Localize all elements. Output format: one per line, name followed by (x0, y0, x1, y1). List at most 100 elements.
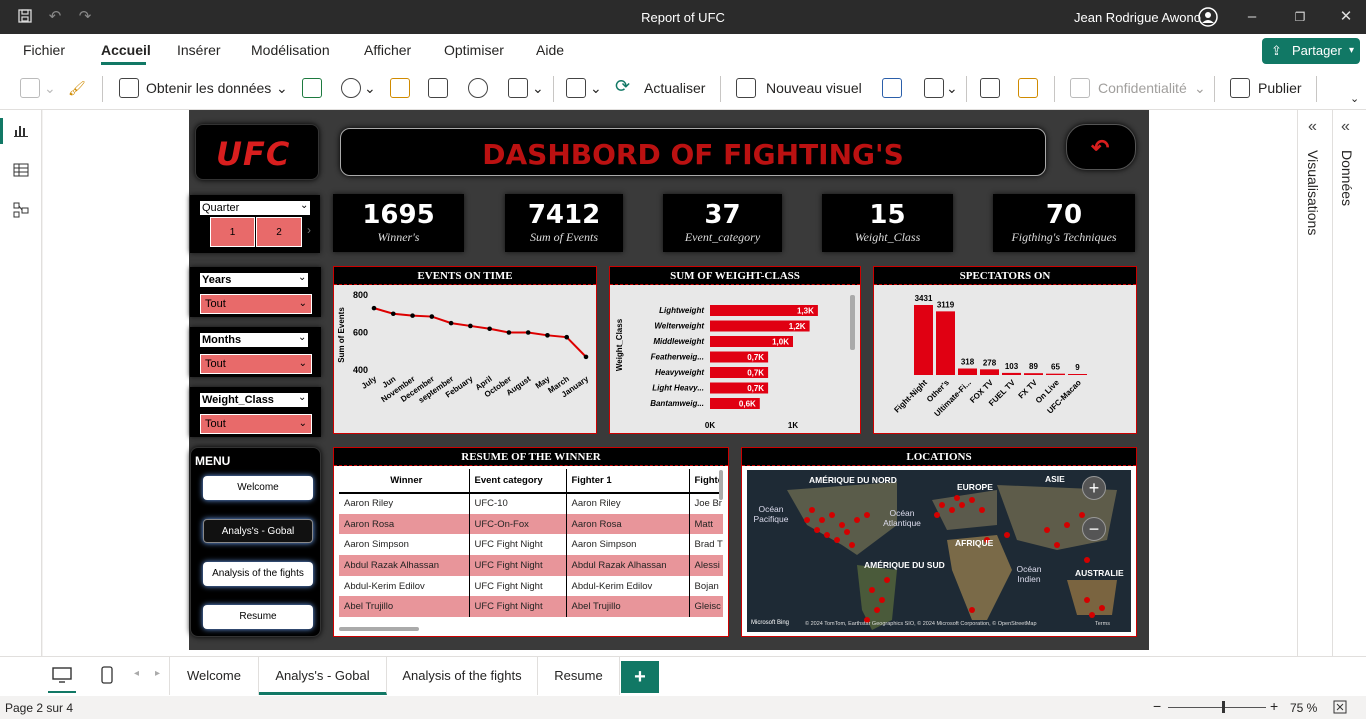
view-switcher (0, 110, 42, 656)
share-button[interactable]: ⇪ Partager ▾ (1262, 38, 1360, 64)
zoom-in-icon[interactable]: + (1082, 476, 1106, 500)
calculator-icon[interactable] (980, 78, 1000, 98)
publish-icon[interactable] (1230, 78, 1250, 98)
tab-global[interactable]: Analys's - Gobal (259, 657, 387, 695)
excel-icon[interactable] (302, 78, 322, 98)
model-view-icon[interactable] (13, 202, 29, 221)
map-label: EUROPE (957, 482, 993, 492)
collapse-visualizations-icon[interactable]: « (1308, 118, 1317, 136)
scroll-left-icon[interactable]: ◂ (134, 668, 139, 679)
menu-aide[interactable]: Aide (536, 42, 564, 58)
get-data-button[interactable]: Obtenir les données (146, 80, 271, 96)
bar (958, 368, 977, 375)
fit-to-page-icon[interactable] (1333, 700, 1347, 717)
scroll-right-icon[interactable]: ▸ (155, 668, 160, 679)
chevron-down-icon: ⌄ (298, 358, 307, 369)
months-dropdown[interactable]: Tout ⌄ (200, 354, 312, 374)
more-visuals-icon[interactable] (924, 78, 944, 98)
menu-optimiser[interactable]: Optimiser (444, 42, 504, 58)
data-point (564, 334, 570, 340)
dataverse-icon[interactable] (390, 78, 410, 98)
zoom-slider[interactable] (1168, 707, 1266, 708)
maximize-icon[interactable]: ❐ (1291, 8, 1309, 26)
quarter-button-2[interactable]: 2 (256, 217, 302, 247)
collapse-data-icon[interactable]: « (1341, 118, 1350, 136)
mobile-layout-icon[interactable] (100, 666, 114, 687)
dataverse-ring-icon[interactable] (468, 78, 488, 98)
desktop-layout-icon[interactable] (52, 666, 72, 687)
quarter-button-1[interactable]: 1 (210, 217, 255, 247)
paste-icon[interactable] (20, 78, 40, 98)
onelake-icon[interactable] (341, 78, 361, 98)
minimize-icon[interactable]: – (1243, 8, 1261, 26)
new-visual-button[interactable]: Nouveau visuel (766, 80, 862, 96)
category-label: Middleweight (653, 337, 704, 346)
zoom-in-button[interactable]: + (1270, 698, 1278, 714)
table-row[interactable]: Aaron Rosa UFC-On-Fox Aaron Rosa Matt (339, 513, 723, 535)
quick-measure-icon[interactable] (1018, 78, 1038, 98)
refresh-button[interactable]: Actualiser (644, 80, 705, 96)
zoom-out-icon[interactable]: − (1082, 517, 1106, 541)
refresh-icon[interactable]: ⟳ (615, 76, 630, 97)
enter-data-icon[interactable] (428, 78, 448, 98)
new-visual-icon[interactable] (736, 78, 756, 98)
database-icon[interactable] (119, 78, 139, 98)
menu-modelisation[interactable]: Modélisation (251, 42, 330, 58)
menu-welcome-button[interactable]: Welcome (203, 476, 313, 500)
table-view-icon[interactable] (13, 162, 29, 181)
report-page: UFC DASHBORD OF FIGHTING'S ↶ Quarter ⌄ 1… (189, 110, 1149, 650)
column-header-winner[interactable]: Winner (339, 469, 470, 494)
zoom-out-button[interactable]: − (1153, 698, 1161, 714)
text-box-icon[interactable] (882, 78, 902, 98)
data-point (429, 314, 435, 319)
bar (914, 305, 933, 375)
menu-resume-button[interactable]: Resume (203, 605, 313, 629)
close-icon[interactable]: ✕ (1337, 8, 1355, 26)
map-canvas[interactable]: AMÉRIQUE DU NORD EUROPE ASIE AFRIQUE AMÉ… (747, 470, 1131, 632)
menu-analysis-button[interactable]: Analysis of the fights (203, 562, 313, 586)
menu-accueil[interactable]: Accueil (101, 42, 151, 58)
weight-class-dropdown[interactable]: Tout ⌄ (200, 414, 312, 434)
add-page-button[interactable]: + (621, 661, 659, 693)
years-slicer: Years ⌄ Tout ⌄ (190, 267, 321, 317)
format-painter-icon[interactable]: 🖌 (68, 80, 86, 97)
y-axis-label: Weight_Class (615, 318, 624, 371)
column-header-fighter-1[interactable]: Fighter 1 (566, 469, 690, 494)
back-button[interactable]: ↶ (1066, 124, 1136, 170)
publish-button[interactable]: Publier (1258, 80, 1302, 96)
sum-of-weight-class-chart: SUM OF WEIGHT-CLASS Weight_Class Lightwei… (609, 266, 861, 434)
chevron-right-icon[interactable]: › (307, 223, 311, 237)
table-row[interactable]: Aaron Riley UFC-10 Aaron Riley Joe Br (339, 493, 723, 514)
table-row[interactable]: Abdul-Kerim Edilov UFC Fight Night Abdul-K… (339, 575, 723, 597)
recent-sources-icon[interactable] (508, 78, 528, 98)
map-terms-link[interactable]: Terms (1095, 621, 1110, 627)
zoom-slider-thumb[interactable] (1221, 701, 1225, 713)
menu-inserer[interactable]: Insérer (177, 42, 221, 58)
column-header-fighter-2[interactable]: Fighte (689, 469, 723, 494)
table-horizontal-scrollbar[interactable] (339, 627, 419, 631)
status-bar: Page 2 sur 4 − + 75 % (0, 696, 1366, 719)
table-vertical-scrollbar[interactable] (719, 470, 723, 500)
menu-afficher[interactable]: Afficher (364, 42, 411, 58)
years-dropdown[interactable]: Tout ⌄ (200, 294, 312, 314)
data-pane-tab[interactable]: Données (1339, 150, 1355, 206)
report-view-icon[interactable] (13, 122, 29, 141)
visualizations-pane-tab[interactable]: Visualisations (1305, 150, 1321, 235)
right-pane: « « Visualisations Données (1297, 110, 1366, 656)
table-row[interactable]: Aaron Simpson UFC Fight Night Aaron Simpso… (339, 534, 723, 556)
menu-global-button[interactable]: Analys's - Gobal (203, 519, 313, 543)
data-label: 1,2K (789, 322, 806, 331)
tab-analysis-of-fights[interactable]: Analysis of the fights (387, 657, 538, 695)
table-row[interactable]: Abel Trujillo UFC Fight Night Abel Trujill… (339, 596, 723, 618)
tab-welcome[interactable]: Welcome (169, 657, 259, 695)
tab-resume[interactable]: Resume (538, 657, 620, 695)
collapse-ribbon-icon[interactable]: ⌄ (1350, 92, 1359, 105)
data-point (390, 311, 396, 317)
table-row[interactable]: Abdul Razak Alhassan UFC Fight Night Abdul… (339, 555, 723, 576)
menu-fichier[interactable]: Fichier (23, 42, 65, 58)
column-header-event-category[interactable]: Event category (469, 469, 567, 494)
transform-data-icon[interactable] (566, 78, 586, 98)
avatar[interactable] (1198, 7, 1218, 30)
title-panel: DASHBORD OF FIGHTING'S (340, 128, 1046, 176)
data-label: 3119 (937, 300, 955, 309)
